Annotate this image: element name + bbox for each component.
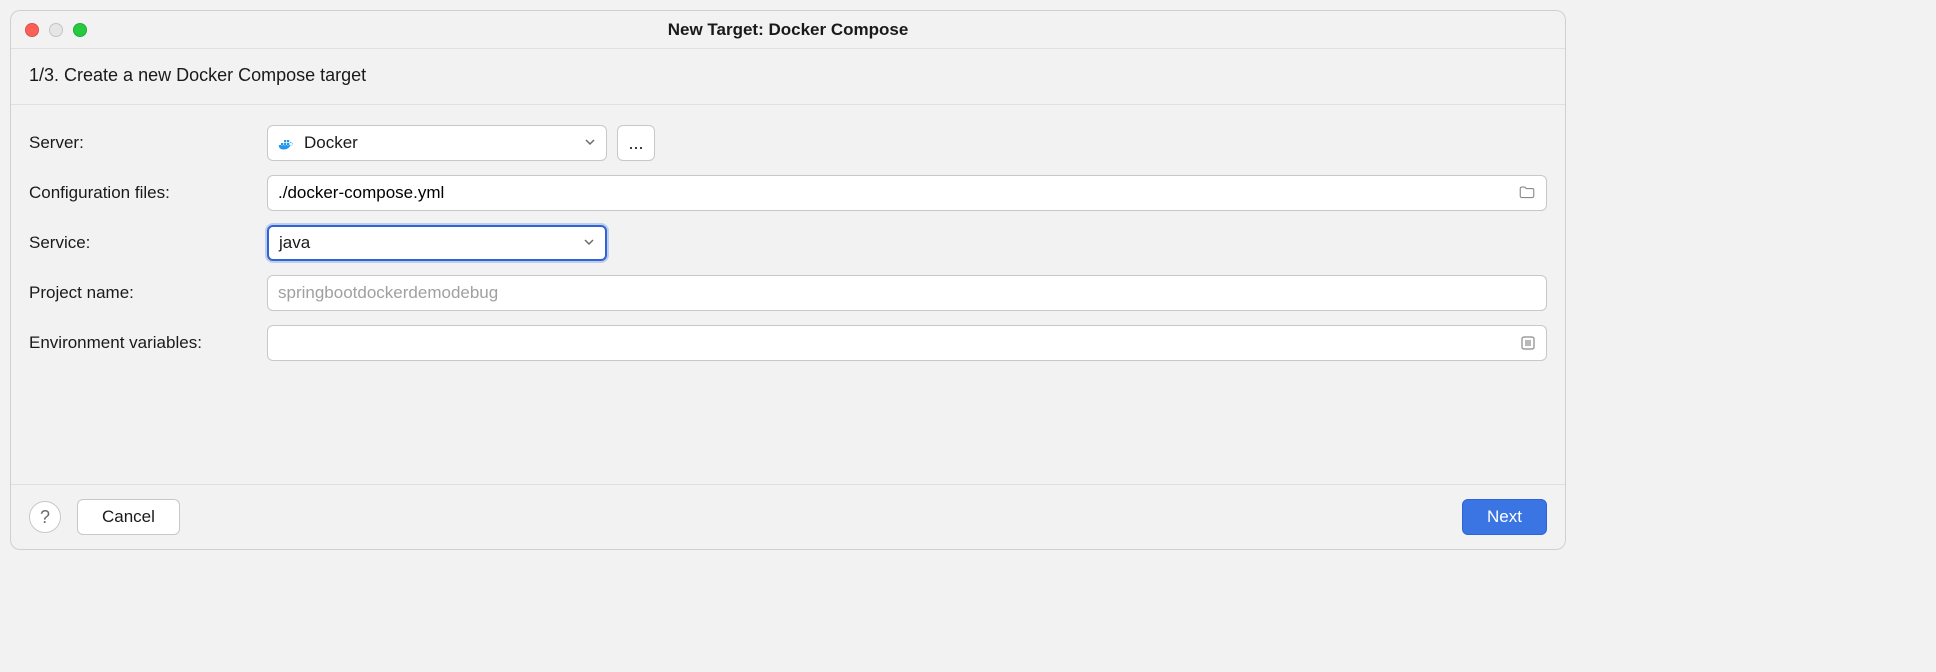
server-label: Server: [29,133,267,153]
env-vars-label: Environment variables: [29,333,267,353]
env-vars-input[interactable] [278,333,1520,353]
close-window-button[interactable] [25,23,39,37]
chevron-down-icon [584,133,596,153]
next-label: Next [1487,507,1522,527]
config-files-input[interactable] [278,183,1518,203]
env-vars-input-wrapper [267,325,1547,361]
ellipsis-label: ... [628,133,643,154]
config-files-row: Configuration files: [29,175,1547,211]
maximize-window-button[interactable] [73,23,87,37]
minimize-window-button[interactable] [49,23,63,37]
chevron-down-icon [583,233,595,253]
next-button[interactable]: Next [1462,499,1547,535]
cancel-button[interactable]: Cancel [77,499,180,535]
server-browse-button[interactable]: ... [617,125,655,161]
form-area: Server: Docker ... Configuration files: [11,105,1565,484]
server-row: Server: Docker ... [29,125,1547,161]
service-select[interactable]: java [267,225,607,261]
service-selected-value: java [279,233,310,253]
docker-icon [278,135,296,151]
traffic-lights [25,23,87,37]
folder-icon[interactable] [1518,184,1536,202]
help-icon: ? [40,507,50,528]
title-bar: New Target: Docker Compose [11,11,1565,49]
config-files-input-wrapper [267,175,1547,211]
help-button[interactable]: ? [29,501,61,533]
footer-bar: ? Cancel Next [11,484,1565,549]
service-row: Service: java [29,225,1547,261]
server-selected-value: Docker [304,133,358,153]
server-select[interactable]: Docker [267,125,607,161]
project-name-input[interactable] [278,283,1536,303]
service-label: Service: [29,233,267,253]
cancel-label: Cancel [102,507,155,527]
project-name-input-wrapper [267,275,1547,311]
step-heading: 1/3. Create a new Docker Compose target [11,49,1565,105]
project-name-row: Project name: [29,275,1547,311]
window-title: New Target: Docker Compose [668,20,909,40]
project-name-label: Project name: [29,283,267,303]
config-files-label: Configuration files: [29,183,267,203]
list-icon[interactable] [1520,335,1536,351]
env-vars-row: Environment variables: [29,325,1547,361]
